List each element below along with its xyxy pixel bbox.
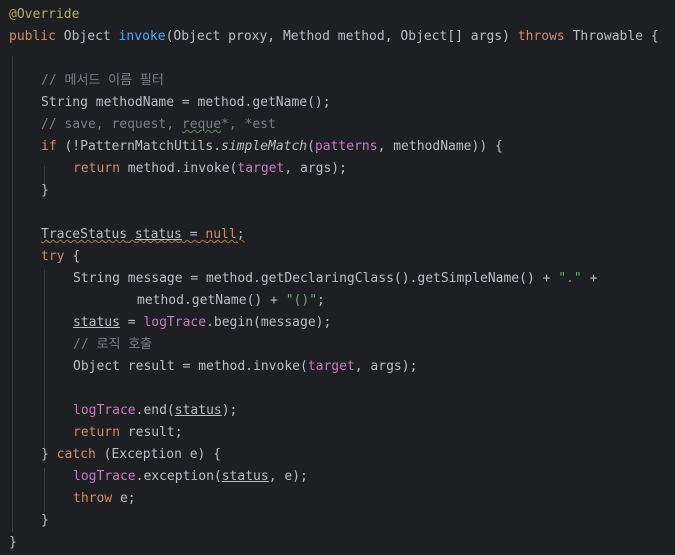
begin-call: .begin(message); bbox=[206, 315, 332, 330]
target-field: target bbox=[307, 359, 355, 374]
code-line-23: throw e; bbox=[73, 488, 136, 510]
return-invoke-end: , args); bbox=[284, 161, 347, 176]
logtrace-field: logTrace bbox=[143, 315, 207, 330]
target-field: target bbox=[237, 161, 285, 176]
keyword-null: null bbox=[205, 227, 237, 242]
close-brace: } bbox=[41, 183, 49, 198]
plus-operator: + bbox=[589, 271, 598, 286]
indent-guide bbox=[44, 270, 45, 448]
keyword-throws: throws bbox=[517, 29, 565, 44]
code-line-8: return method.invoke(target, args); bbox=[73, 158, 347, 180]
code-line-17: Object result = method.invoke(target, ar… bbox=[73, 356, 417, 378]
code-line-20: return result; bbox=[73, 422, 183, 444]
code-line-6: // save, request, reque*, *est bbox=[41, 114, 276, 136]
code-line-9: } bbox=[41, 180, 49, 202]
keyword-return: return bbox=[73, 425, 120, 440]
if-paren: ( bbox=[307, 139, 315, 154]
paren-close-semicolon: ); bbox=[221, 403, 238, 418]
status-variable: status bbox=[174, 403, 222, 418]
close-brace: } bbox=[9, 535, 17, 550]
code-line-15: status = logTrace.begin(message); bbox=[73, 312, 331, 334]
logtrace-field: logTrace bbox=[73, 469, 136, 484]
comment-logic-call: // 로직 호출 bbox=[73, 337, 153, 352]
code-line-22: logTrace.exception(status, e); bbox=[73, 466, 308, 488]
comment-patterns-prefix: // save, request, bbox=[41, 117, 182, 132]
code-line-12: try { bbox=[41, 246, 80, 268]
open-brace: { bbox=[650, 29, 659, 44]
method-name-declaration: String methodName = method.getName(); bbox=[41, 95, 331, 110]
message-continuation: method.getName() + bbox=[137, 293, 286, 308]
keyword-try: try bbox=[41, 249, 65, 264]
dot-string: "." bbox=[558, 271, 582, 286]
code-line-14: method.getName() + "()"; bbox=[137, 290, 325, 312]
method-params: (Object proxy, Method method, Object[] a… bbox=[165, 29, 510, 44]
trace-status-declaration: TraceStatus status = null; bbox=[41, 227, 245, 242]
assign-operator: = bbox=[189, 227, 198, 242]
if-condition-rest: , methodName)) { bbox=[377, 139, 503, 154]
code-line-2: public Object invoke(Object proxy, Metho… bbox=[9, 26, 659, 48]
patterns-field: patterns bbox=[314, 139, 378, 154]
logtrace-field: logTrace bbox=[73, 403, 136, 418]
code-line-1: @Override bbox=[9, 4, 79, 26]
code-line-4: // 메서드 이름 필터 bbox=[41, 70, 164, 92]
code-line-7: if (!PatternMatchUtils.simpleMatch(patte… bbox=[41, 136, 503, 158]
code-line-24: } bbox=[41, 510, 49, 532]
keyword-throw: throw bbox=[73, 491, 113, 506]
code-line-13: String message = method.getDeclaringClas… bbox=[73, 268, 597, 290]
simple-match-call: simpleMatch bbox=[221, 139, 308, 154]
exception-call-open: .exception( bbox=[135, 469, 222, 484]
return-result: result; bbox=[127, 425, 183, 440]
code-line-25: } bbox=[9, 532, 17, 554]
code-line-21: } catch (Exception e) { bbox=[41, 444, 221, 466]
code-line-11: TraceStatus status = null; bbox=[41, 224, 245, 246]
close-brace: } bbox=[41, 513, 49, 528]
return-invoke-start: method.invoke( bbox=[127, 161, 238, 176]
comment-patterns-suffix: *, *est bbox=[221, 117, 276, 132]
code-line-16: // 로직 호출 bbox=[73, 334, 152, 356]
keyword-catch: catch bbox=[56, 447, 96, 462]
code-line-5: String methodName = method.getName(); bbox=[41, 92, 331, 114]
keyword-if: if bbox=[41, 139, 57, 154]
semicolon: ; bbox=[236, 227, 245, 242]
code-line-19: logTrace.end(status); bbox=[73, 400, 237, 422]
if-condition-open: (!PatternMatchUtils. bbox=[64, 139, 222, 154]
assign-operator: = bbox=[119, 315, 144, 330]
throw-variable: e; bbox=[119, 491, 136, 506]
return-type: Object bbox=[63, 29, 111, 44]
catch-params: (Exception e) { bbox=[103, 447, 222, 462]
trace-status-type: TraceStatus bbox=[41, 227, 128, 242]
exception-call-end: , e); bbox=[268, 469, 308, 484]
code-editor[interactable]: @Override public Object invoke(Object pr… bbox=[0, 0, 675, 555]
comment-patterns-typo: reque bbox=[181, 117, 222, 132]
override-annotation: @Override bbox=[9, 7, 80, 22]
message-declaration: String message = method.getDeclaringClas… bbox=[73, 271, 559, 286]
status-variable: status bbox=[221, 469, 269, 484]
invoke-args-end: , args); bbox=[354, 359, 418, 374]
throwable-type: Throwable bbox=[572, 29, 644, 44]
status-variable: status bbox=[73, 315, 120, 330]
comment-method-filter: // 메서드 이름 필터 bbox=[41, 73, 164, 88]
close-brace: } bbox=[41, 447, 49, 462]
method-name-invoke: invoke bbox=[118, 29, 166, 44]
keyword-public: public bbox=[9, 29, 56, 44]
indent-guide bbox=[44, 468, 45, 512]
end-call-open: .end( bbox=[135, 403, 175, 418]
keyword-return: return bbox=[73, 161, 120, 176]
result-declaration: Object result = method.invoke( bbox=[73, 359, 308, 374]
semicolon: ; bbox=[317, 293, 325, 308]
status-variable: status bbox=[134, 227, 182, 242]
open-brace: { bbox=[72, 249, 81, 264]
paren-string: "()" bbox=[285, 293, 318, 308]
indent-guide bbox=[12, 56, 13, 532]
